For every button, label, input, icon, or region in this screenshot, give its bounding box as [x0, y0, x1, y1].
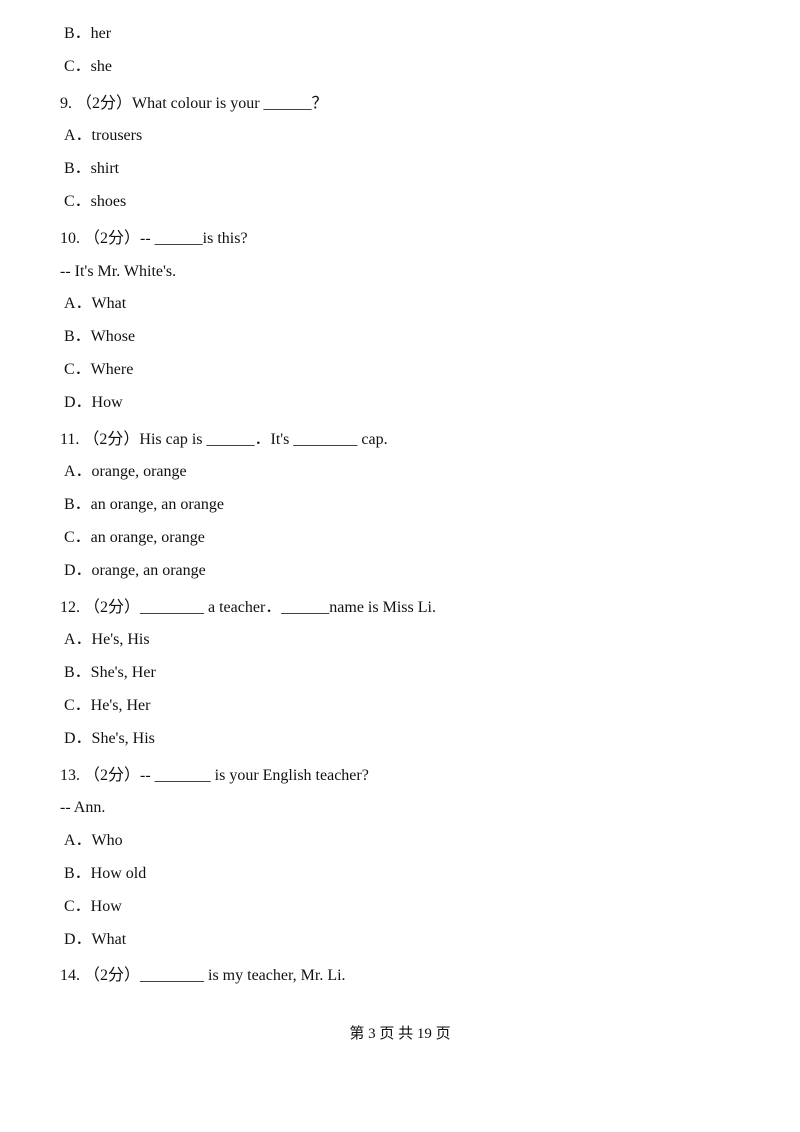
page-footer: 第 3 页 共 19 页 — [60, 1021, 740, 1048]
option-13b: B．How old — [60, 860, 740, 889]
option-13a: A．Who — [60, 827, 740, 856]
option-10b: B．Whose — [60, 323, 740, 352]
question-9: 9. （2分）What colour is your ______？ — [60, 90, 740, 119]
option-12b: B．She's, Her — [60, 659, 740, 688]
question-13: 13. （2分）-- _______ is your English teach… — [60, 762, 740, 791]
option-11b: B．an orange, an orange — [60, 491, 740, 520]
content-area: B．her C．she 9. （2分）What colour is your _… — [60, 20, 740, 991]
option-10a: A．What — [60, 290, 740, 319]
option-11a: A．orange, orange — [60, 458, 740, 487]
question-10: 10. （2分）-- ______is this? — [60, 225, 740, 254]
option-12c: C．He's, Her — [60, 692, 740, 721]
option-b-her: B．her — [60, 20, 740, 49]
option-10d: D．How — [60, 389, 740, 418]
answer-10: -- It's Mr. White's. — [60, 258, 740, 287]
option-11d: D．orange, an orange — [60, 557, 740, 586]
answer-13: -- Ann. — [60, 794, 740, 823]
option-13c: C．How — [60, 893, 740, 922]
option-11c: C．an orange, orange — [60, 524, 740, 553]
option-9c: C．shoes — [60, 188, 740, 217]
option-9a: A．trousers — [60, 122, 740, 151]
option-12d: D．She's, His — [60, 725, 740, 754]
question-12: 12. （2分）________ a teacher．______name is… — [60, 594, 740, 623]
page-number: 第 3 页 共 19 页 — [349, 1026, 450, 1042]
option-c-she: C．she — [60, 53, 740, 82]
question-14: 14. （2分）________ is my teacher, Mr. Li. — [60, 962, 740, 991]
option-12a: A．He's, His — [60, 626, 740, 655]
option-9b: B．shirt — [60, 155, 740, 184]
option-10c: C．Where — [60, 356, 740, 385]
question-11: 11. （2分）His cap is ______．It's ________ … — [60, 426, 740, 455]
option-13d: D．What — [60, 926, 740, 955]
